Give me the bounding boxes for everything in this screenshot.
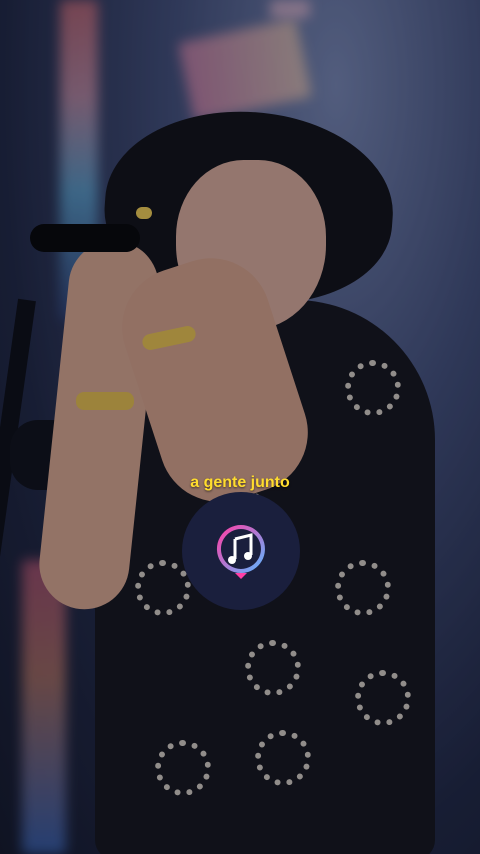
dark-overlay xyxy=(0,0,480,854)
music-note-button[interactable] xyxy=(182,492,300,610)
lyric-text: a gente junto xyxy=(190,474,290,491)
background-photo xyxy=(0,0,480,854)
music-note-icon xyxy=(215,523,267,579)
